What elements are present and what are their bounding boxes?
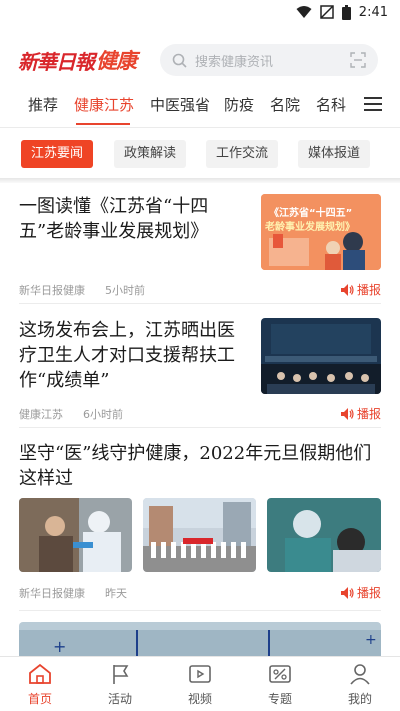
article-image-2 xyxy=(143,498,256,572)
subtab-media[interactable]: 媒体报道 xyxy=(298,140,370,168)
battery-icon xyxy=(341,4,351,20)
play-label: 播报 xyxy=(356,586,381,600)
article-title: 一图读懂《江苏省“十四五”老龄事业发展规划》 xyxy=(19,196,209,242)
article-time: 5小时前 xyxy=(105,284,145,297)
play-audio-button[interactable]: 播报 xyxy=(340,281,381,298)
status-time: 2:41 xyxy=(358,4,388,20)
article-thumbnail: 《江苏省“十四五” 老龄事业发展规划》 xyxy=(261,194,381,270)
subtab-policy[interactable]: 政策解读 xyxy=(114,140,186,168)
play-label: 播报 xyxy=(356,283,381,297)
bottom-tab-label: 视频 xyxy=(187,692,212,706)
video-icon xyxy=(189,665,211,683)
play-audio-button[interactable]: 播报 xyxy=(340,405,381,422)
article-meta: 健康江苏 6小时前 xyxy=(19,406,123,422)
tab-epidemic[interactable]: 防疫 xyxy=(224,94,254,115)
article-meta: 新华日报健康 5小时前 xyxy=(19,282,145,298)
signal-off-icon xyxy=(320,5,334,19)
user-icon xyxy=(350,664,370,685)
thumbnail-caption-line1: 《江苏省“十四五” xyxy=(269,208,353,219)
search-placeholder: 搜索健康资讯 xyxy=(195,54,274,70)
bottom-tab-label: 我的 xyxy=(347,692,372,706)
article-separator xyxy=(19,303,381,304)
play-audio-button[interactable]: 播报 xyxy=(340,584,381,601)
scan-icon[interactable] xyxy=(350,52,366,68)
tab-departments[interactable]: 名科 xyxy=(316,94,346,115)
speaker-icon xyxy=(340,283,354,296)
speaker-icon xyxy=(340,407,354,420)
article-image-1 xyxy=(19,498,132,572)
bottom-tab-topic[interactable]: 专题 xyxy=(250,663,310,707)
subtab-bar: 江苏要闻 政策解读 工作交流 媒体报道 xyxy=(0,128,400,178)
search-icon xyxy=(172,53,187,68)
bottom-tab-label: 首页 xyxy=(27,692,52,706)
next-article-image[interactable]: + + xyxy=(19,622,381,656)
tab-tcm[interactable]: 中医强省 xyxy=(150,94,210,115)
tab-hospitals[interactable]: 名院 xyxy=(270,94,300,115)
search-input[interactable]: 搜索健康资讯 xyxy=(160,44,378,76)
play-label: 播报 xyxy=(356,407,381,421)
article-title: 坚守“医”线守护健康，2022年元旦假期他们这样过 xyxy=(19,443,372,489)
home-icon xyxy=(29,663,51,684)
speaker-icon xyxy=(340,586,354,599)
subtab-jiangsu-news[interactable]: 江苏要闻 xyxy=(21,140,93,168)
bottom-tab-label: 专题 xyxy=(267,692,292,706)
article-card[interactable]: 这场发布会上，江苏晒出医疗卫生人才对口支援帮扶工作“成绩单” 健康江苏 6小时前 … xyxy=(19,318,381,422)
article-card[interactable]: 坚守“医”线守护健康，2022年元旦假期他们这样过 新华日报健康 昨天 播报 xyxy=(19,441,381,601)
article-card[interactable]: 一图读懂《江苏省“十四五”老龄事业发展规划》 《江苏省“十四五” 老龄事业发展规… xyxy=(19,194,381,298)
article-image-3 xyxy=(267,498,381,572)
svg-text:+: + xyxy=(53,637,66,656)
status-bar: 2:41 xyxy=(0,0,400,24)
subtab-work-exchange[interactable]: 工作交流 xyxy=(206,140,278,168)
article-time: 6小时前 xyxy=(83,408,123,421)
thumbnail-caption-line2: 老龄事业发展规划》 xyxy=(265,222,355,233)
bottom-nav: 首页 活动 视频 专题 我的 xyxy=(0,656,400,711)
bottom-tab-video[interactable]: 视频 xyxy=(170,663,230,707)
active-tab-underline xyxy=(76,123,130,125)
article-separator xyxy=(19,610,381,611)
wifi-icon xyxy=(296,6,312,18)
bottom-tab-activity[interactable]: 活动 xyxy=(90,663,150,707)
article-separator xyxy=(19,427,381,428)
article-time: 昨天 xyxy=(105,587,127,600)
menu-icon[interactable] xyxy=(364,97,382,111)
article-source: 新华日报健康 xyxy=(19,284,85,297)
svg-text:+: + xyxy=(365,632,377,648)
article-source: 新华日报健康 xyxy=(19,587,85,600)
tab-recommend[interactable]: 推荐 xyxy=(28,94,58,115)
bottom-tab-label: 活动 xyxy=(107,692,132,706)
topic-icon xyxy=(269,665,291,683)
article-title: 这场发布会上，江苏晒出医疗卫生人才对口支援帮扶工作“成绩单” xyxy=(19,320,235,391)
flag-icon xyxy=(113,665,129,684)
subtab-shadow xyxy=(0,178,400,183)
bottom-tab-profile[interactable]: 我的 xyxy=(330,663,390,707)
bottom-tab-home[interactable]: 首页 xyxy=(10,663,70,707)
category-nav: 推荐 健康江苏 中医强省 防疫 名院 名科 xyxy=(0,88,400,126)
article-thumbnail xyxy=(261,318,381,394)
app-logo: 新華日報 健康 xyxy=(18,44,140,76)
logo-calligraphy: 新華日報 xyxy=(18,49,95,74)
article-source: 健康江苏 xyxy=(19,408,63,421)
tab-health-jiangsu[interactable]: 健康江苏 xyxy=(74,94,134,115)
article-meta: 新华日报健康 昨天 xyxy=(19,585,127,601)
logo-health: 健康 xyxy=(96,49,137,73)
app-header: 新華日報 健康 搜索健康资讯 xyxy=(0,36,400,84)
